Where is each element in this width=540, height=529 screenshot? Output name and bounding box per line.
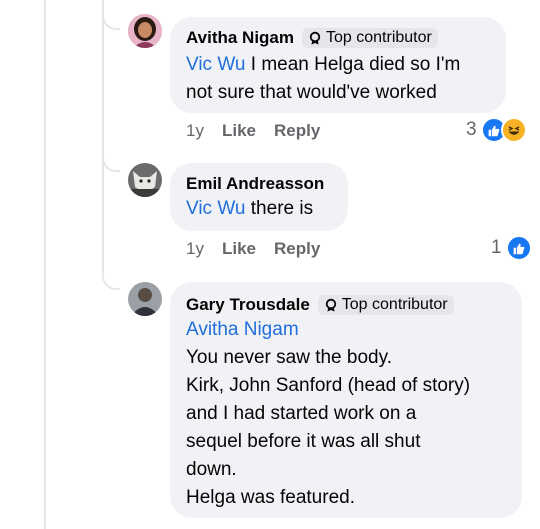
author-name[interactable]: Emil Andreasson xyxy=(186,174,324,194)
mention-link[interactable]: Avitha Nigam xyxy=(186,319,299,340)
comment-actions: 1y Like Reply xyxy=(186,121,320,141)
badge-label: Top contributor xyxy=(326,29,432,46)
avatar[interactable] xyxy=(128,14,162,48)
thread-line-inner xyxy=(102,0,104,268)
thread-connector xyxy=(102,150,120,172)
badge-icon xyxy=(325,298,336,312)
thread-line-outer xyxy=(44,0,46,529)
reply-button[interactable]: Reply xyxy=(274,121,320,141)
thread-connector xyxy=(102,0,120,30)
comment-bubble: Emil Andreasson Vic Wu there is xyxy=(170,163,348,231)
like-icon xyxy=(505,235,532,261)
avatar[interactable] xyxy=(128,163,162,197)
timestamp[interactable]: 1y xyxy=(186,121,204,141)
top-contributor-badge: Top contributor xyxy=(317,295,454,315)
comment-text: I mean Helga died so I'm xyxy=(245,54,461,75)
like-button[interactable]: Like xyxy=(222,121,256,141)
comment-text: sequel before it was all shut xyxy=(186,431,421,452)
timestamp[interactable]: 1y xyxy=(186,239,204,259)
comment-text: down. xyxy=(186,459,237,480)
thread-connector xyxy=(102,268,120,290)
comment-actions: 1y Like Reply xyxy=(186,239,320,259)
reaction-count: 1 xyxy=(491,237,502,258)
comment-text: You never saw the body. xyxy=(186,347,392,368)
comment-text: not sure that would've worked xyxy=(186,82,437,103)
top-contributor-badge: Top contributor xyxy=(302,28,438,48)
author-name[interactable]: Avitha Nigam xyxy=(186,28,294,48)
reaction-summary[interactable]: 3 xyxy=(466,117,527,143)
author-name[interactable]: Gary Trousdale xyxy=(186,295,310,315)
mention-link[interactable]: Vic Wu xyxy=(186,54,246,75)
like-button[interactable]: Like xyxy=(222,239,256,259)
reaction-summary[interactable]: 1 xyxy=(491,235,532,261)
mention-link[interactable]: Vic Wu xyxy=(186,198,246,219)
comment-bubble: Avitha Nigam Top contributor Vic Wu I me… xyxy=(170,17,506,113)
reply-button[interactable]: Reply xyxy=(274,239,320,259)
comment-bubble: Gary Trousdale Top contributor Avitha Ni… xyxy=(170,282,522,518)
comment-text: Helga was featured. xyxy=(186,487,355,508)
haha-icon xyxy=(500,117,527,143)
comment-text: Kirk, John Sanford (head of story) xyxy=(186,375,471,396)
avatar[interactable] xyxy=(128,282,162,316)
comment-text: and I had started work on a xyxy=(186,403,417,424)
reaction-count: 3 xyxy=(466,119,477,140)
comment-text: there is xyxy=(245,198,314,219)
badge-label: Top contributor xyxy=(341,296,448,313)
badge-icon xyxy=(309,31,321,45)
